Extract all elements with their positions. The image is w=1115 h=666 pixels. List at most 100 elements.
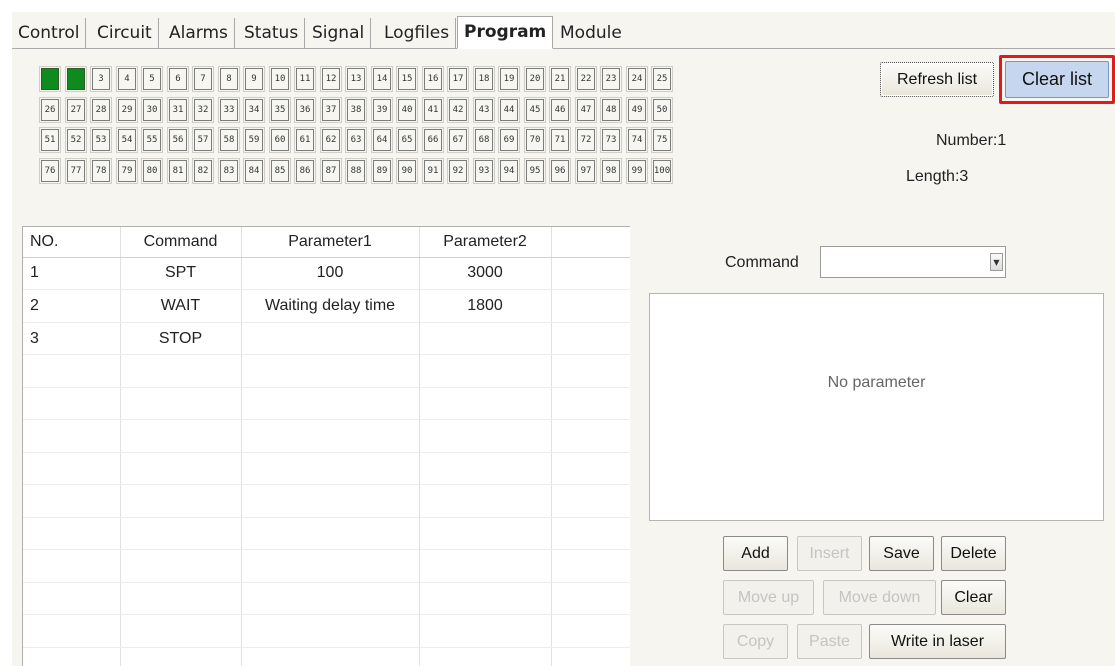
program-slot-92[interactable]: 92 — [447, 158, 469, 184]
clear-list-button[interactable]: Clear list — [1005, 61, 1109, 98]
tab-signal[interactable]: Signal — [306, 18, 372, 48]
program-slot-14[interactable]: 14 — [371, 66, 393, 92]
program-slot-58[interactable]: 58 — [218, 127, 240, 153]
tab-alarms[interactable]: Alarms — [163, 18, 235, 48]
program-slot-42[interactable]: 42 — [447, 97, 469, 123]
program-slot-94[interactable]: 94 — [498, 158, 520, 184]
program-slot-41[interactable]: 41 — [422, 97, 444, 123]
program-slot-68[interactable]: 68 — [473, 127, 495, 153]
program-slot-88[interactable]: 88 — [345, 158, 367, 184]
program-slot-71[interactable]: 71 — [549, 127, 571, 153]
program-slot-59[interactable]: 59 — [243, 127, 265, 153]
program-slot-74[interactable]: 74 — [626, 127, 648, 153]
program-slot-3[interactable]: 3 — [90, 66, 112, 92]
program-slot-40[interactable]: 40 — [396, 97, 418, 123]
program-slot-49[interactable]: 49 — [626, 97, 648, 123]
program-slot-10[interactable]: 10 — [269, 66, 291, 92]
save-button[interactable]: Save — [869, 536, 934, 571]
program-slot-96[interactable]: 96 — [549, 158, 571, 184]
program-slot-66[interactable]: 66 — [422, 127, 444, 153]
program-slot-99[interactable]: 99 — [626, 158, 648, 184]
program-slot-7[interactable]: 7 — [192, 66, 214, 92]
program-slot-19[interactable]: 19 — [498, 66, 520, 92]
program-slot-63[interactable]: 63 — [345, 127, 367, 153]
program-slot-85[interactable]: 85 — [269, 158, 291, 184]
tab-circuit[interactable]: Circuit — [91, 18, 159, 48]
program-slot-45[interactable]: 45 — [524, 97, 546, 123]
program-slot-4[interactable]: 4 — [116, 66, 138, 92]
program-slot-39[interactable]: 39 — [371, 97, 393, 123]
program-slot-60[interactable]: 60 — [269, 127, 291, 153]
program-slot-73[interactable]: 73 — [600, 127, 622, 153]
program-slot-83[interactable]: 83 — [218, 158, 240, 184]
program-slot-31[interactable]: 31 — [167, 97, 189, 123]
program-slot-35[interactable]: 35 — [269, 97, 291, 123]
program-slot-34[interactable]: 34 — [243, 97, 265, 123]
program-slot-23[interactable]: 23 — [600, 66, 622, 92]
tab-program[interactable]: Program — [457, 16, 554, 49]
delete-button[interactable]: Delete — [941, 536, 1006, 571]
column-header-parameter2[interactable]: Parameter2 — [419, 233, 551, 251]
tab-logfiles[interactable]: Logfiles — [378, 18, 457, 48]
program-slot-50[interactable]: 50 — [651, 97, 673, 123]
program-slot-86[interactable]: 86 — [294, 158, 316, 184]
program-slot-27[interactable]: 27 — [65, 97, 87, 123]
program-slot-18[interactable]: 18 — [473, 66, 495, 92]
program-slot-69[interactable]: 69 — [498, 127, 520, 153]
program-slot-65[interactable]: 65 — [396, 127, 418, 153]
program-slot-95[interactable]: 95 — [524, 158, 546, 184]
program-slot-79[interactable]: 79 — [116, 158, 138, 184]
program-slot-15[interactable]: 15 — [396, 66, 418, 92]
program-slot-81[interactable]: 81 — [167, 158, 189, 184]
program-slot-2[interactable]: 2 — [65, 66, 87, 92]
clear-button[interactable]: Clear — [941, 580, 1006, 615]
program-slot-51[interactable]: 51 — [39, 127, 61, 153]
program-slot-33[interactable]: 33 — [218, 97, 240, 123]
move-down-button[interactable]: Move down — [823, 580, 936, 615]
program-slot-30[interactable]: 30 — [141, 97, 163, 123]
program-slot-12[interactable]: 12 — [320, 66, 342, 92]
program-slot-44[interactable]: 44 — [498, 97, 520, 123]
program-slot-9[interactable]: 9 — [243, 66, 265, 92]
program-slot-26[interactable]: 26 — [39, 97, 61, 123]
program-slot-84[interactable]: 84 — [243, 158, 265, 184]
column-header-no[interactable]: NO. — [30, 233, 58, 251]
program-slot-8[interactable]: 8 — [218, 66, 240, 92]
program-slot-21[interactable]: 21 — [549, 66, 571, 92]
column-header-command[interactable]: Command — [120, 233, 241, 251]
program-slot-20[interactable]: 20 — [524, 66, 546, 92]
program-slot-24[interactable]: 24 — [626, 66, 648, 92]
program-slot-93[interactable]: 93 — [473, 158, 495, 184]
program-slot-52[interactable]: 52 — [65, 127, 87, 153]
program-slot-62[interactable]: 62 — [320, 127, 342, 153]
program-slot-61[interactable]: 61 — [294, 127, 316, 153]
insert-button[interactable]: Insert — [797, 536, 862, 571]
program-slot-46[interactable]: 46 — [549, 97, 571, 123]
program-slot-90[interactable]: 90 — [396, 158, 418, 184]
program-slot-16[interactable]: 16 — [422, 66, 444, 92]
program-slot-17[interactable]: 17 — [447, 66, 469, 92]
program-slot-67[interactable]: 67 — [447, 127, 469, 153]
write-in-laser-button[interactable]: Write in laser — [869, 624, 1006, 659]
program-slot-43[interactable]: 43 — [473, 97, 495, 123]
program-slot-87[interactable]: 87 — [320, 158, 342, 184]
program-slot-64[interactable]: 64 — [371, 127, 393, 153]
program-slot-56[interactable]: 56 — [167, 127, 189, 153]
program-slot-25[interactable]: 25 — [651, 66, 673, 92]
column-header-parameter1[interactable]: Parameter1 — [241, 233, 419, 251]
program-slot-48[interactable]: 48 — [600, 97, 622, 123]
chevron-down-icon[interactable]: ▼ — [990, 253, 1003, 271]
program-slot-80[interactable]: 80 — [141, 158, 163, 184]
program-slot-38[interactable]: 38 — [345, 97, 367, 123]
copy-button[interactable]: Copy — [723, 624, 788, 659]
program-slot-76[interactable]: 76 — [39, 158, 61, 184]
tab-control[interactable]: Control — [12, 18, 87, 48]
program-slot-53[interactable]: 53 — [90, 127, 112, 153]
program-slot-98[interactable]: 98 — [600, 158, 622, 184]
add-button[interactable]: Add — [723, 536, 788, 571]
command-select[interactable]: ▼ — [820, 246, 1006, 278]
program-slot-32[interactable]: 32 — [192, 97, 214, 123]
paste-button[interactable]: Paste — [797, 624, 862, 659]
program-slot-47[interactable]: 47 — [575, 97, 597, 123]
program-slot-72[interactable]: 72 — [575, 127, 597, 153]
